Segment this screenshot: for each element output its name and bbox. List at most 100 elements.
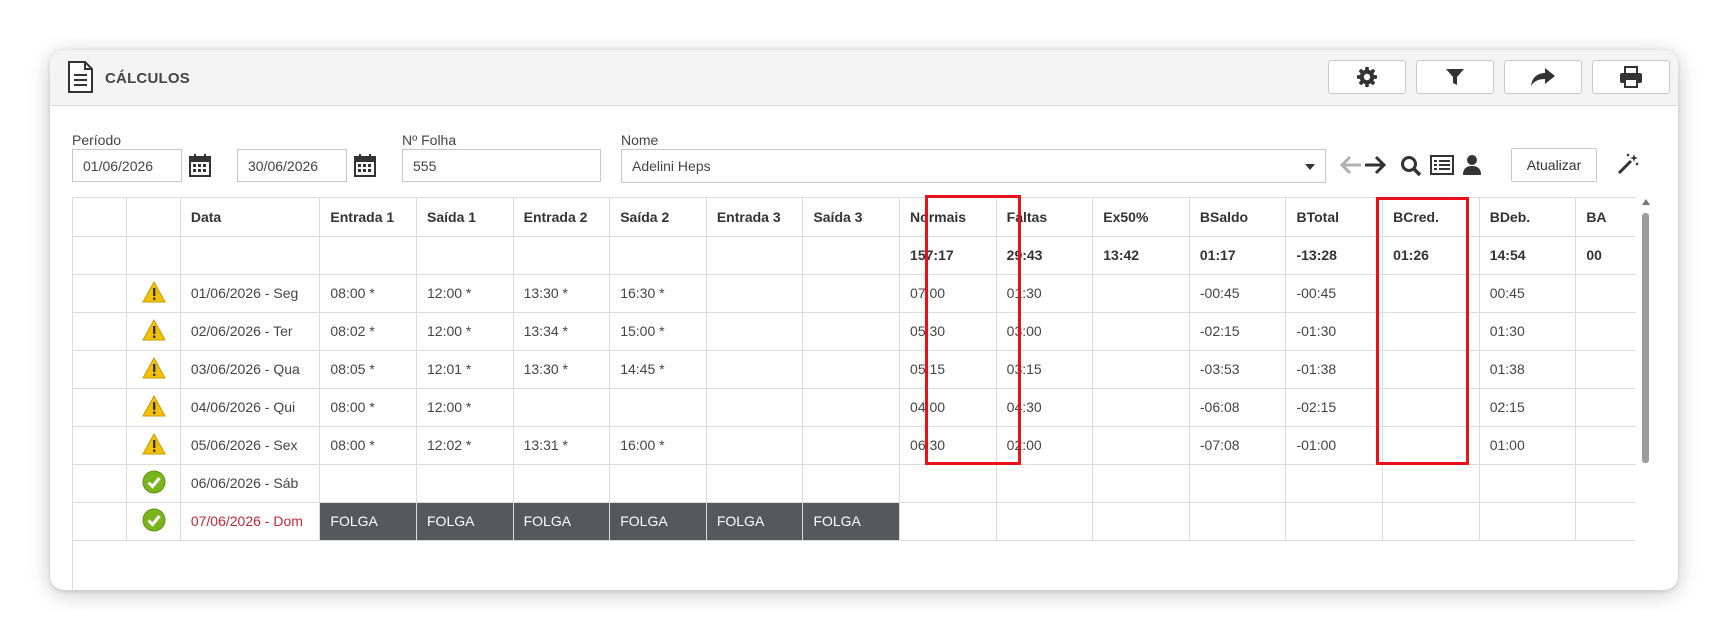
column-header[interactable]: Entrada 2 <box>513 198 611 237</box>
share-button[interactable] <box>1504 60 1582 94</box>
table-cell[interactable] <box>996 502 1094 541</box>
status-cell[interactable] <box>126 502 181 541</box>
table-cell[interactable]: -01:00 <box>1285 426 1384 465</box>
table-row[interactable]: 07/06/2026 - Dom FOLGA FOLGA FOLGA FOLGA FOLG… <box>73 502 1636 541</box>
table-cell[interactable]: 01:38 <box>1479 350 1577 389</box>
table-cell[interactable] <box>1575 502 1636 541</box>
table-cell[interactable]: 08:00 * <box>319 274 417 313</box>
row-select-cell[interactable] <box>73 312 128 351</box>
search-icon[interactable] <box>1400 155 1422 177</box>
column-header[interactable]: BA <box>1575 198 1636 237</box>
table-cell[interactable] <box>706 350 804 389</box>
table-cell[interactable]: FOLGA <box>802 502 901 541</box>
table-row[interactable]: 04/06/2026 - Qui 08:00 * 12:00 * 04:00 04:30… <box>73 388 1636 427</box>
table-cell[interactable]: 08:05 * <box>319 350 417 389</box>
table-cell[interactable] <box>1575 426 1636 465</box>
table-cell[interactable] <box>1092 350 1190 389</box>
table-cell[interactable]: 12:00 * <box>416 274 514 313</box>
table-cell[interactable]: 05:30 <box>899 312 997 351</box>
table-cell[interactable]: -03:53 <box>1189 350 1287 389</box>
row-select-cell[interactable] <box>73 426 128 465</box>
table-cell[interactable]: -02:15 <box>1285 388 1384 427</box>
table-cell[interactable]: 08:00 * <box>319 426 417 465</box>
table-cell[interactable]: 15:00 * <box>609 312 707 351</box>
date-end-input[interactable] <box>237 149 347 182</box>
table-cell[interactable] <box>1479 502 1577 541</box>
table-cell[interactable]: 01:30 <box>996 274 1094 313</box>
status-cell[interactable] <box>126 350 181 389</box>
table-cell[interactable] <box>1382 350 1480 389</box>
scrollbar-thumb[interactable] <box>1642 213 1649 463</box>
column-header[interactable]: Saída 2 <box>609 198 707 237</box>
table-cell[interactable]: -07:08 <box>1189 426 1287 465</box>
date-start-input[interactable] <box>72 149 182 182</box>
table-cell[interactable] <box>1575 388 1636 427</box>
table-cell[interactable] <box>706 312 804 351</box>
row-select-cell[interactable] <box>73 502 128 541</box>
table-cell[interactable]: 08:00 * <box>319 388 417 427</box>
table-cell[interactable] <box>1382 274 1480 313</box>
atualizar-button[interactable]: Atualizar <box>1511 148 1597 182</box>
table-row[interactable]: 05/06/2026 - Sex 08:00 * 12:02 * 13:31 * 16:… <box>73 426 1636 465</box>
table-cell[interactable] <box>1092 502 1190 541</box>
status-cell[interactable] <box>126 312 181 351</box>
table-cell[interactable]: 04:00 <box>899 388 997 427</box>
table-cell[interactable]: 13:30 * <box>513 350 611 389</box>
table-cell[interactable] <box>802 274 901 313</box>
table-cell[interactable] <box>1189 502 1287 541</box>
column-header[interactable]: Ex50% <box>1092 198 1190 237</box>
column-header[interactable]: BTotal <box>1285 198 1384 237</box>
print-button[interactable] <box>1592 60 1670 94</box>
table-cell[interactable]: 01:00 <box>1479 426 1577 465</box>
check-circle-icon[interactable] <box>142 470 166 494</box>
column-header[interactable]: Entrada 1 <box>319 198 417 237</box>
table-cell[interactable] <box>1189 464 1287 503</box>
list-view-icon[interactable] <box>1430 155 1454 175</box>
table-cell[interactable]: -02:15 <box>1189 312 1287 351</box>
table-row[interactable]: 02/06/2026 - Ter 08:02 * 12:00 * 13:34 * 15:… <box>73 312 1636 351</box>
table-cell[interactable]: -01:30 <box>1285 312 1384 351</box>
date-cell[interactable]: 05/06/2026 - Sex <box>180 426 321 465</box>
table-cell[interactable] <box>706 274 804 313</box>
column-header[interactable]: Saída 1 <box>416 198 514 237</box>
table-row[interactable]: 01/06/2026 - Seg 08:00 * 12:00 * 13:30 * 16:… <box>73 274 1636 313</box>
table-cell[interactable]: FOLGA <box>609 502 707 541</box>
table-cell[interactable] <box>802 464 901 503</box>
table-cell[interactable] <box>416 464 514 503</box>
table-cell[interactable] <box>1092 312 1190 351</box>
table-cell[interactable] <box>802 388 901 427</box>
row-select-cell[interactable] <box>73 350 128 389</box>
table-cell[interactable]: 13:34 * <box>513 312 611 351</box>
table-cell[interactable] <box>1092 388 1190 427</box>
status-cell[interactable] <box>126 274 181 313</box>
vertical-scrollbar[interactable] <box>1640 197 1652 590</box>
column-header[interactable]: Data <box>180 198 321 237</box>
folha-input[interactable] <box>402 149 601 182</box>
table-cell[interactable]: 08:02 * <box>319 312 417 351</box>
table-cell[interactable]: FOLGA <box>706 502 804 541</box>
table-cell[interactable] <box>1479 464 1577 503</box>
column-header[interactable]: BDeb. <box>1479 198 1577 237</box>
table-cell[interactable]: 06:30 <box>899 426 997 465</box>
table-cell[interactable]: 05:15 <box>899 350 997 389</box>
check-circle-icon[interactable] <box>142 508 166 532</box>
table-cell[interactable]: -00:45 <box>1285 274 1384 313</box>
table-cell[interactable]: FOLGA <box>513 502 611 541</box>
warning-icon[interactable] <box>141 280 166 303</box>
table-cell[interactable]: 12:02 * <box>416 426 514 465</box>
table-cell[interactable] <box>1092 464 1190 503</box>
table-cell[interactable] <box>1575 274 1636 313</box>
nome-select[interactable]: Adelini Heps <box>621 149 1326 183</box>
status-cell[interactable] <box>126 388 181 427</box>
arrow-left-icon[interactable] <box>1340 155 1362 175</box>
table-cell[interactable] <box>706 464 804 503</box>
date-cell[interactable]: 04/06/2026 - Qui <box>180 388 321 427</box>
table-cell[interactable] <box>1285 464 1384 503</box>
filter-button[interactable] <box>1416 60 1494 94</box>
table-row[interactable]: 06/06/2026 - Sáb <box>73 464 1636 503</box>
column-header[interactable]: Normais <box>899 198 997 237</box>
table-cell[interactable] <box>1382 464 1480 503</box>
user-icon[interactable] <box>1462 154 1482 176</box>
table-cell[interactable] <box>802 350 901 389</box>
column-header[interactable]: BSaldo <box>1189 198 1287 237</box>
